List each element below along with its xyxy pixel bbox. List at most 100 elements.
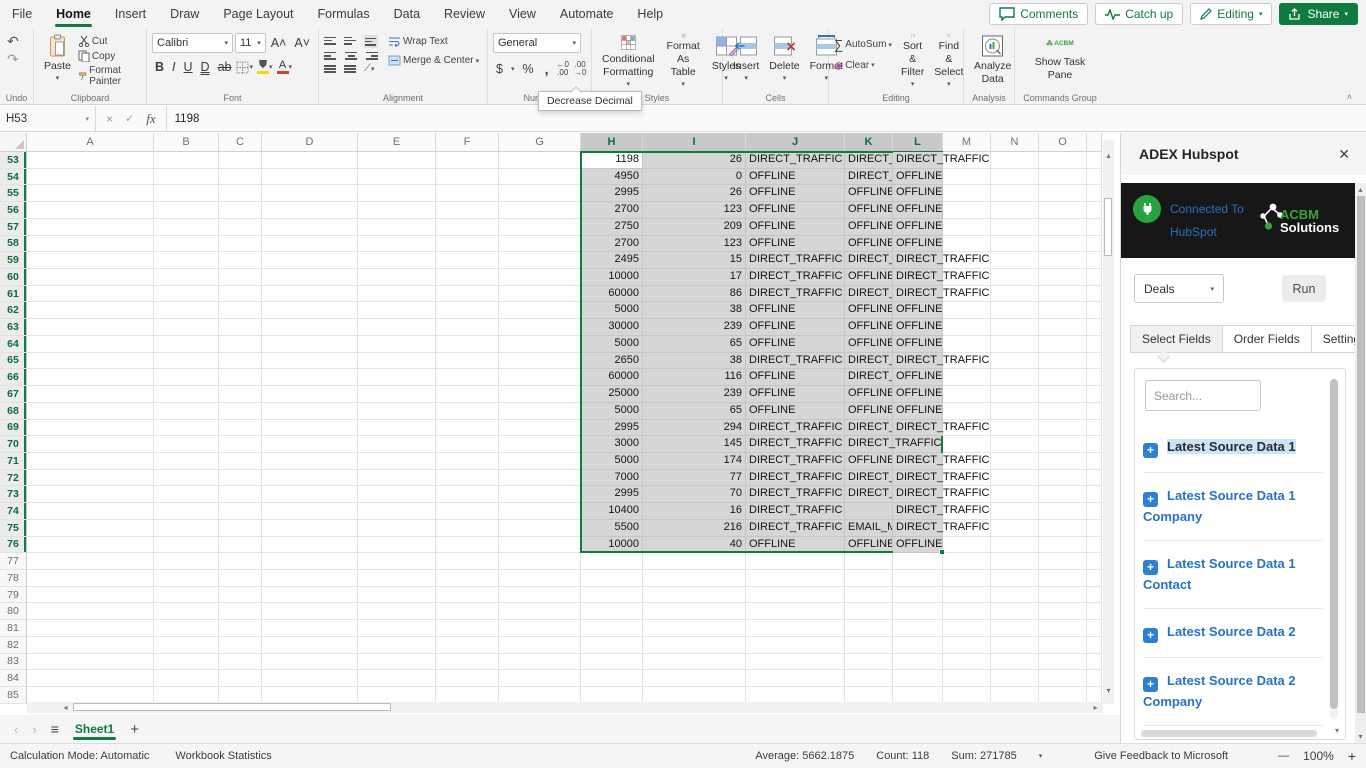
cell-B74[interactable] [154,503,219,520]
cell-K59[interactable]: DIRECT_TRAFFIC [845,252,893,269]
cell-L60[interactable]: DIRECT_TRAFFIC [893,269,943,286]
cell-C64[interactable] [219,336,262,353]
cell-E81[interactable] [358,620,436,637]
cell-B76[interactable] [154,537,219,554]
insert-function-icon[interactable]: fx [146,111,155,127]
cell-A73[interactable] [27,486,154,503]
cell-M80[interactable] [943,603,991,620]
increase-indent-button[interactable] [344,63,358,74]
cell-N76[interactable] [991,537,1039,554]
ribbon-tab-formulas[interactable]: Formulas [306,0,382,28]
cell-F74[interactable] [436,503,499,520]
cell-E68[interactable] [358,403,436,420]
zoom-in-button[interactable]: + [1348,748,1356,764]
cell-B73[interactable] [154,486,219,503]
cell-N68[interactable] [991,403,1039,420]
cell-E70[interactable] [358,436,436,453]
bold-button[interactable]: B [152,60,167,74]
cell-F77[interactable] [436,553,499,570]
cell-H66[interactable]: 60000 [581,369,643,386]
cell-F83[interactable] [436,654,499,671]
cell-N58[interactable] [991,236,1039,253]
cell-I81[interactable] [643,620,746,637]
cell-D84[interactable] [262,670,358,687]
row-header-65[interactable]: 65 [0,353,27,370]
cell-D69[interactable] [262,420,358,437]
cell-F56[interactable] [436,202,499,219]
cell-L78[interactable] [893,570,943,587]
cell-C69[interactable] [219,420,262,437]
add-field-icon[interactable]: + [1143,443,1158,458]
cell-M82[interactable] [943,637,991,654]
cell-M55[interactable] [943,185,991,202]
cell-D61[interactable] [262,286,358,303]
cell-E67[interactable] [358,386,436,403]
prev-sheet-arrow[interactable]: ‹ [14,722,18,737]
cell-G84[interactable] [499,670,581,687]
cell-O63[interactable] [1039,319,1087,336]
insert-cells-button[interactable]: Insert▾ [728,33,764,91]
cell-H67[interactable]: 25000 [581,386,643,403]
cell-O79[interactable] [1039,587,1087,604]
add-field-icon[interactable]: + [1143,677,1158,692]
cell-F61[interactable] [436,286,499,303]
cell-I74[interactable]: 16 [643,503,746,520]
row-header-67[interactable]: 67 [0,386,27,403]
cell-K82[interactable] [845,637,893,654]
cell-G55[interactable] [499,185,581,202]
cell-L74[interactable]: DIRECT_TRAFFIC [893,503,943,520]
cell-A71[interactable] [27,453,154,470]
cell-E54[interactable] [358,169,436,186]
cell-F76[interactable] [436,537,499,554]
cell-F60[interactable] [436,269,499,286]
ribbon-tab-home[interactable]: Home [44,0,103,28]
cell-H70[interactable]: 3000 [581,436,643,453]
cell-D63[interactable] [262,319,358,336]
name-box[interactable]: H53▾ [0,106,96,131]
cell-G80[interactable] [499,603,581,620]
ribbon-tab-file[interactable]: File [0,0,44,28]
cell-A65[interactable] [27,353,154,370]
cell-H71[interactable]: 5000 [581,453,643,470]
cell-B60[interactable] [154,269,219,286]
cell-J77[interactable] [746,553,845,570]
cell-K71[interactable]: OFFLINE [845,453,893,470]
cell-F70[interactable] [436,436,499,453]
cell-J70[interactable]: DIRECT_TRAFFIC [746,436,845,453]
cell-L54[interactable]: OFFLINE [893,169,943,186]
cell-G72[interactable] [499,470,581,487]
cell-C81[interactable] [219,620,262,637]
cell-O56[interactable] [1039,202,1087,219]
cell-I80[interactable] [643,603,746,620]
cell-I76[interactable]: 40 [643,537,746,554]
row-header-76[interactable]: 76 [0,537,27,554]
cell-D66[interactable] [262,369,358,386]
cell-D67[interactable] [262,386,358,403]
cell-O68[interactable] [1039,403,1087,420]
cell-K58[interactable]: OFFLINE [845,236,893,253]
cell-E53[interactable] [358,152,436,169]
row-header-85[interactable]: 85 [0,687,27,704]
cell-O75[interactable] [1039,520,1087,537]
cell-O78[interactable] [1039,570,1087,587]
cell-P62[interactable] [1087,302,1102,319]
cell-H75[interactable]: 5500 [581,520,643,537]
cell-C60[interactable] [219,269,262,286]
cell-I75[interactable]: 216 [643,520,746,537]
cell-K78[interactable] [845,570,893,587]
cell-L80[interactable] [893,603,943,620]
cell-P75[interactable] [1087,520,1102,537]
fields-scroll-down-arrow[interactable]: ▾ [1335,726,1339,735]
cell-E59[interactable] [358,252,436,269]
cell-M63[interactable] [943,319,991,336]
cell-P69[interactable] [1087,420,1102,437]
cell-N75[interactable] [991,520,1039,537]
cell-N57[interactable] [991,219,1039,236]
object-type-select[interactable]: Deals▾ [1134,274,1224,303]
row-header-73[interactable]: 73 [0,486,27,503]
cell-N53[interactable] [991,152,1039,169]
cell-F71[interactable] [436,453,499,470]
column-header-O[interactable]: O [1039,133,1087,152]
cell-D73[interactable] [262,486,358,503]
cell-M54[interactable] [943,169,991,186]
